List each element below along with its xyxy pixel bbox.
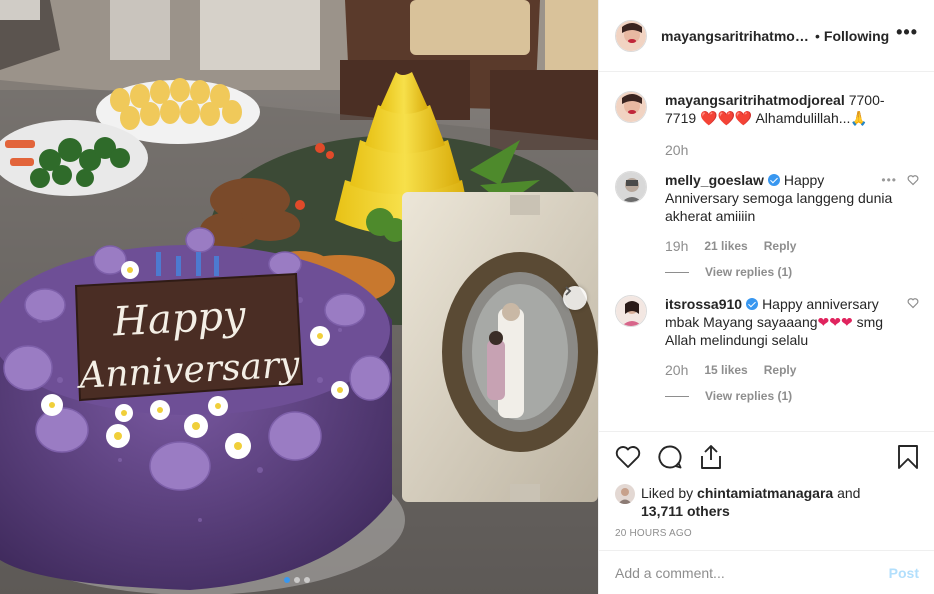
caption-body: mayangsaritrihatmodjoreal 7700-7719 ❤️❤️❤… xyxy=(665,91,893,159)
caption: mayangsaritrihatmodjoreal 7700-7719 ❤️❤️❤… xyxy=(615,91,919,159)
view-replies-button[interactable]: View replies (1) xyxy=(665,263,893,281)
plaque-line1: Happy xyxy=(111,293,248,346)
verified-badge-icon xyxy=(767,174,780,186)
chevron-right-icon xyxy=(565,286,572,296)
post-actions: Liked by chintamiatmanagara and 13,711 o… xyxy=(599,431,934,539)
comment-body: melly_goeslaw Happy Anniversary semoga la… xyxy=(665,171,893,281)
caption-meta: 20h xyxy=(665,141,893,159)
comment-actions xyxy=(907,297,919,309)
comment-likes[interactable]: 21 likes xyxy=(704,237,747,255)
replies-divider xyxy=(665,395,689,397)
liked-by-and: and xyxy=(837,485,861,501)
liked-by-prefix: Liked by xyxy=(641,485,694,501)
view-replies-label: View replies (1) xyxy=(705,389,793,403)
caption-username[interactable]: mayangsaritrihatmodjoreal xyxy=(665,92,845,108)
comment-hearts: ❤❤❤ xyxy=(817,314,853,330)
comment-time[interactable]: 20h xyxy=(665,361,688,379)
comment-item: itsrossa910 Happy anniversary mbak Mayang… xyxy=(615,295,919,405)
comment-actions: ••• xyxy=(881,173,919,187)
author-avatar[interactable] xyxy=(615,19,647,52)
more-options-button[interactable]: ••• xyxy=(896,22,918,49)
comment-meta: 19h 21 likes Reply xyxy=(665,237,893,255)
commenter-avatar[interactable] xyxy=(615,171,647,203)
comment-meta: 20h 15 likes Reply xyxy=(665,361,893,379)
carousel-dot xyxy=(294,577,300,583)
next-slide-button[interactable] xyxy=(563,286,587,310)
like-comment-heart-icon[interactable] xyxy=(907,174,919,186)
author-avatar[interactable] xyxy=(615,91,647,123)
comment-bubble-icon[interactable] xyxy=(657,444,683,470)
view-replies-button[interactable]: View replies (1) xyxy=(665,387,893,405)
comment-time[interactable]: 19h xyxy=(665,237,688,255)
post-timestamp[interactable]: 20 HOURS AGO xyxy=(615,528,919,539)
share-icon[interactable] xyxy=(699,444,723,470)
comment-likes[interactable]: 15 likes xyxy=(704,361,747,379)
view-replies-label: View replies (1) xyxy=(705,265,793,279)
comment-options-button[interactable]: ••• xyxy=(881,173,897,187)
comment-item: melly_goeslaw Happy Anniversary semoga la… xyxy=(615,171,919,281)
replies-divider xyxy=(665,271,689,273)
action-icons xyxy=(615,442,919,472)
following-button[interactable]: Following xyxy=(824,28,889,44)
bookmark-icon[interactable] xyxy=(897,444,919,470)
anniversary-cake-photo: Happy Anniversary xyxy=(0,0,598,594)
likes-others-count[interactable]: 13,711 others xyxy=(641,503,730,519)
caption-emoji: 🙏 xyxy=(850,110,868,126)
likes-summary: Liked by chintamiatmanagara and 13,711 o… xyxy=(615,484,919,520)
author-username[interactable]: mayangsaritrihatmodjoreal xyxy=(661,28,811,44)
liked-by-user[interactable]: chintamiatmanagara xyxy=(697,485,833,501)
comment-username[interactable]: melly_goeslaw xyxy=(665,172,764,188)
like-comment-heart-icon[interactable] xyxy=(907,297,919,309)
header-separator: • xyxy=(815,27,820,44)
carousel-indicator xyxy=(284,577,310,583)
post-header: mayangsaritrihatmodjoreal • Following ••… xyxy=(599,0,934,72)
caption-hearts: ❤️❤️❤️ xyxy=(700,110,753,126)
comment-body: itsrossa910 Happy anniversary mbak Mayang… xyxy=(665,295,893,405)
post-image[interactable]: Happy Anniversary xyxy=(0,0,598,594)
comment-username[interactable]: itsrossa910 xyxy=(665,296,742,312)
add-comment-bar: Post xyxy=(599,550,934,594)
reply-button[interactable]: Reply xyxy=(764,361,797,379)
caption-text-2: Alhamdulillah... xyxy=(755,110,851,126)
comment-input[interactable] xyxy=(615,564,889,581)
verified-badge-icon xyxy=(746,298,759,310)
carousel-dot xyxy=(304,577,310,583)
post-comment-button[interactable]: Post xyxy=(889,565,919,581)
liker-avatar[interactable] xyxy=(615,484,635,504)
carousel-dot xyxy=(284,577,290,583)
post-side-panel: mayangsaritrihatmodjoreal • Following ••… xyxy=(598,0,934,594)
comments-list: mayangsaritrihatmodjoreal 7700-7719 ❤️❤️❤… xyxy=(599,73,934,431)
like-heart-icon[interactable] xyxy=(615,445,641,469)
reply-button[interactable]: Reply xyxy=(764,237,797,255)
caption-time[interactable]: 20h xyxy=(665,141,688,159)
commenter-avatar[interactable] xyxy=(615,295,647,327)
